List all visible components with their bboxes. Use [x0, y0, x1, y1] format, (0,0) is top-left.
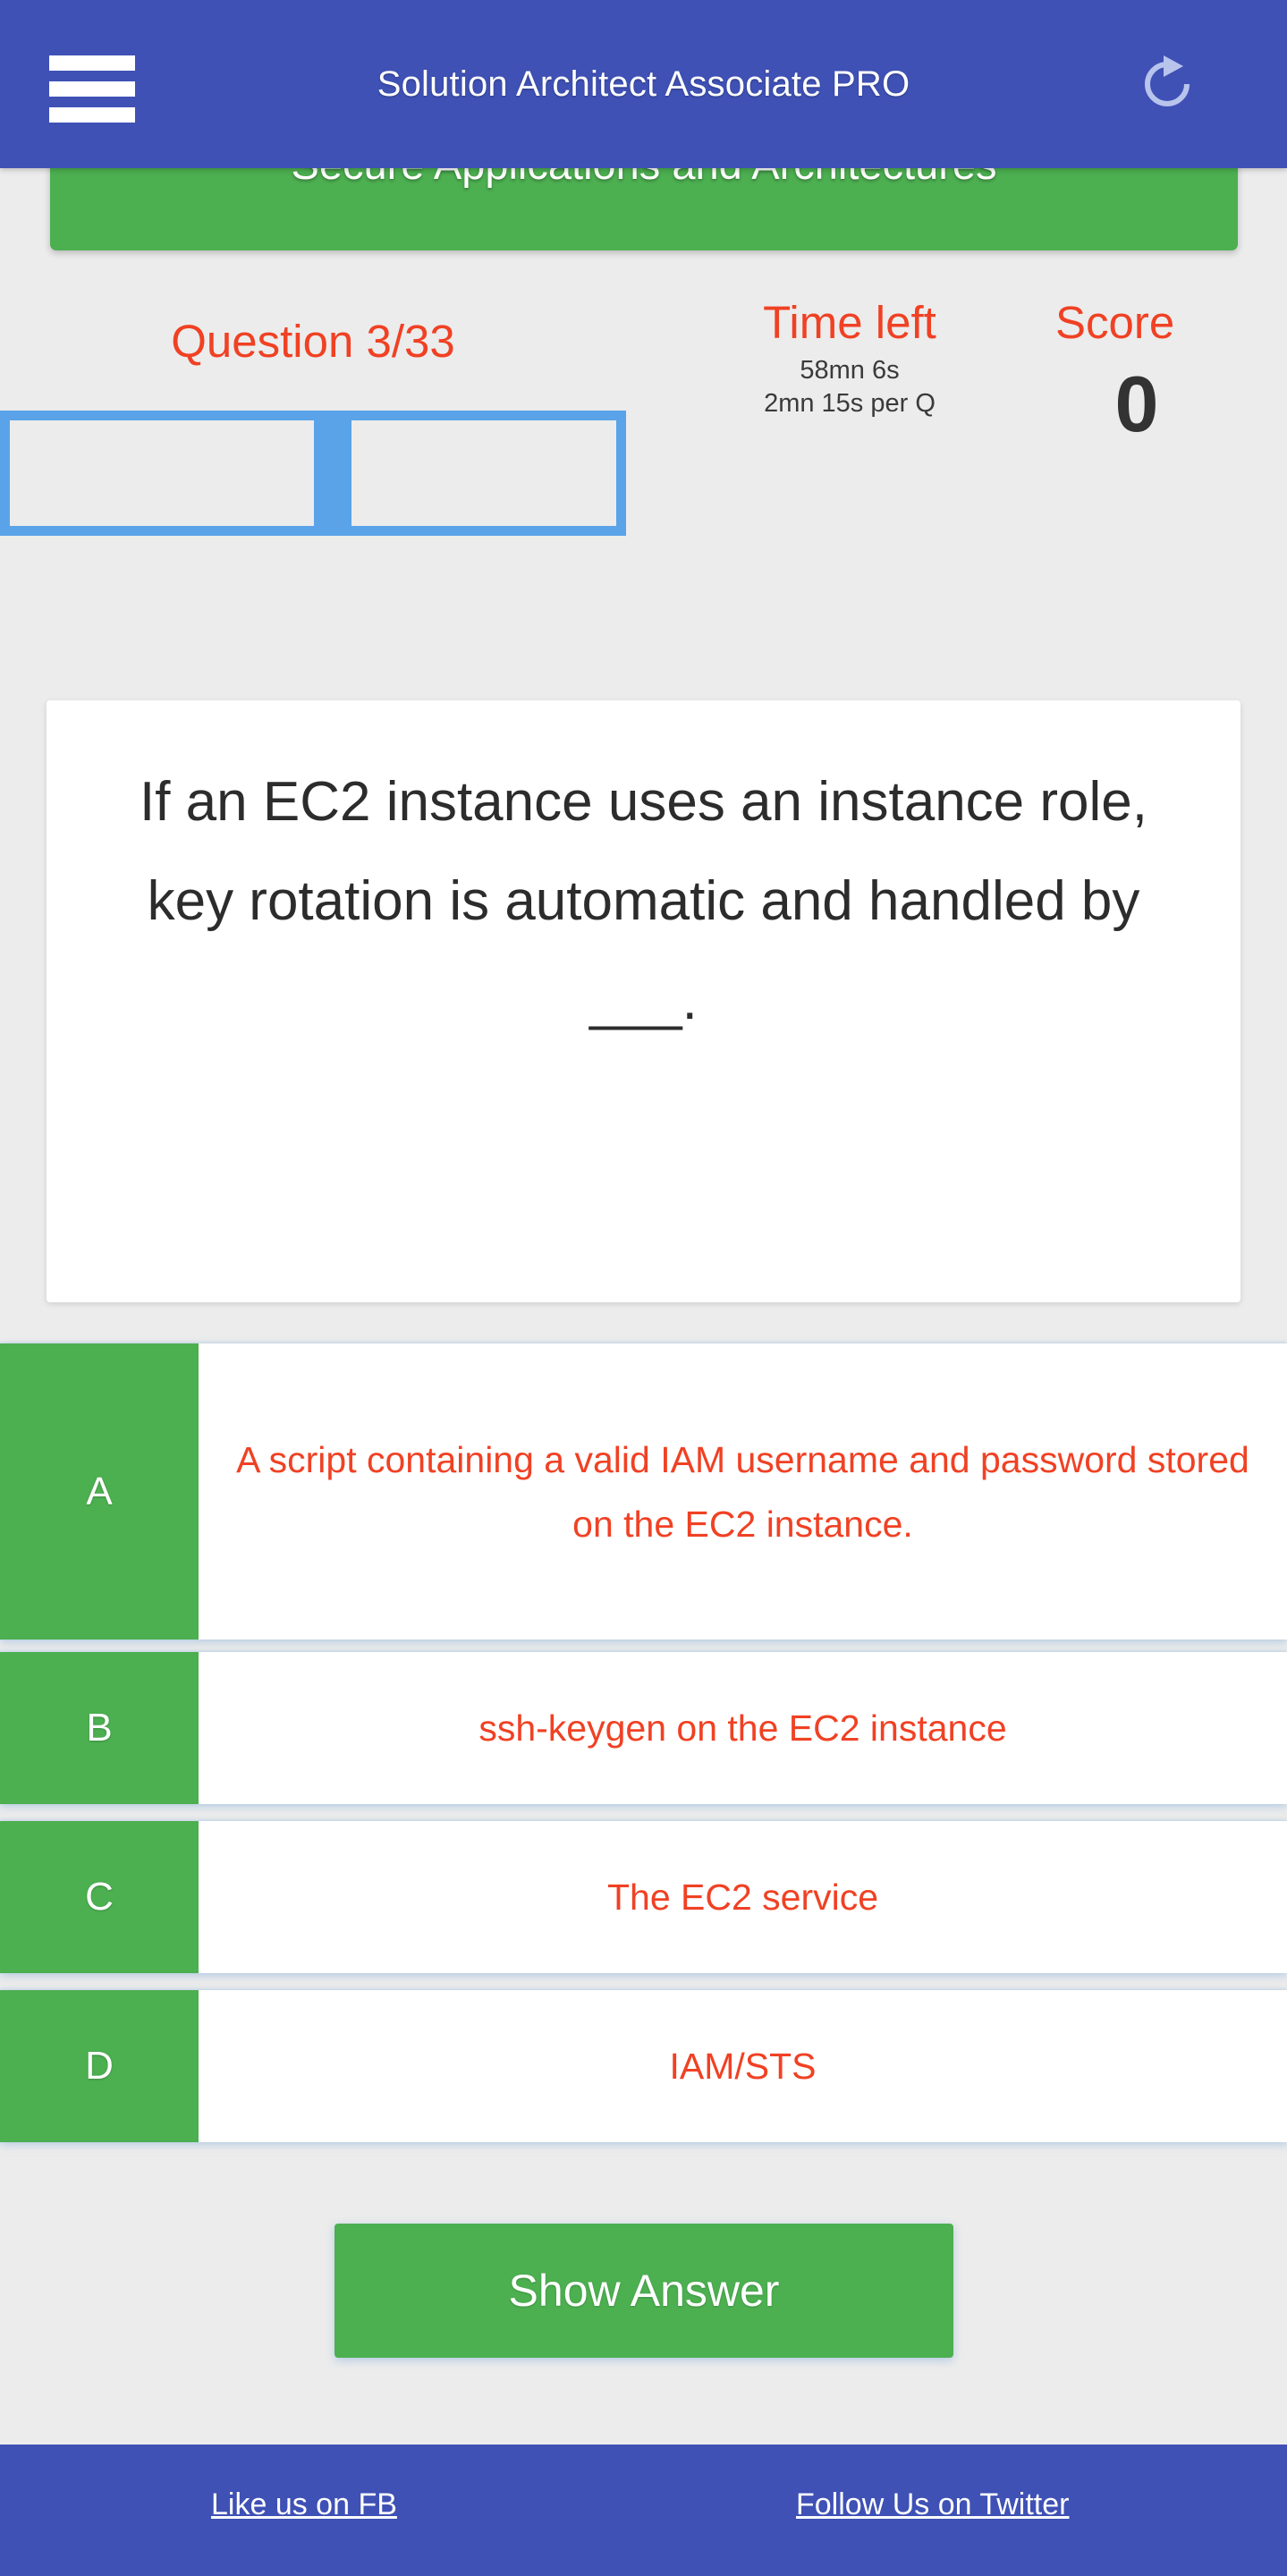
time-left-block: Time left 58mn 6s 2mn 15s per Q	[680, 295, 1020, 420]
answer-text-c: The EC2 service	[606, 1877, 879, 1918]
score-block: Score 0	[1055, 295, 1287, 451]
app-header: Solution Architect Associate PRO	[0, 0, 1287, 168]
answer-options-list: A A script containing a valid IAM userna…	[0, 1343, 1287, 2142]
twitter-link[interactable]: Follow Us on Twitter	[796, 2487, 1069, 2522]
time-remaining-value: 58mn 6s	[800, 356, 900, 385]
question-card: If an EC2 instance uses an instance role…	[47, 700, 1240, 1302]
app-footer: Like us on FB Follow Us on Twitter	[0, 2445, 1287, 2576]
answer-letter-b: B	[0, 1652, 199, 1804]
answer-letter-c: C	[0, 1821, 199, 1973]
question-counter: Question 3/33	[171, 316, 455, 367]
progress-segment	[10, 420, 314, 526]
page-title: Solution Architect Associate PRO	[377, 64, 910, 104]
time-per-question-value: 2mn 15s per Q	[764, 389, 936, 418]
answer-text-a: A script containing a valid IAM username…	[236, 1438, 1249, 1545]
show-answer-button[interactable]: Show Answer	[334, 2224, 953, 2358]
hamburger-bar	[49, 107, 135, 123]
time-left-label: Time left	[763, 297, 936, 348]
hamburger-menu-icon[interactable]	[49, 55, 135, 123]
score-label: Score	[1055, 297, 1175, 348]
answer-option-a[interactable]: A A script containing a valid IAM userna…	[0, 1343, 1287, 1640]
answer-text-d: IAM/STS	[669, 2046, 817, 2087]
answer-option-b[interactable]: B ssh-keygen on the EC2 instance	[0, 1652, 1287, 1804]
hamburger-bar	[49, 81, 135, 97]
answer-letter-a: A	[0, 1343, 199, 1640]
answer-option-c[interactable]: C The EC2 service	[0, 1821, 1287, 1973]
answer-letter-d: D	[0, 1990, 199, 2142]
score-value: 0	[1114, 360, 1159, 448]
hamburger-bar	[49, 55, 135, 71]
progress-segment-filled	[314, 420, 351, 526]
stats-row: Question 3/33 Time left 58mn 6s 2mn 15s …	[0, 295, 1287, 537]
refresh-icon[interactable]	[1135, 52, 1199, 116]
answer-option-d[interactable]: D IAM/STS	[0, 1990, 1287, 2142]
progress-segment	[351, 420, 616, 526]
facebook-link[interactable]: Like us on FB	[211, 2487, 397, 2522]
progress-bar	[0, 411, 626, 536]
question-text: If an EC2 instance uses an instance role…	[140, 771, 1147, 1031]
answer-text-b: ssh-keygen on the EC2 instance	[478, 1707, 1007, 1749]
